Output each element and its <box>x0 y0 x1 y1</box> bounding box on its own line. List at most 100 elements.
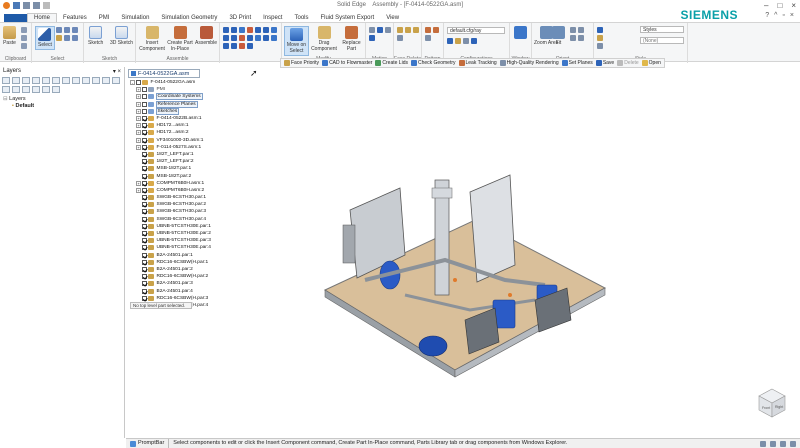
tab-file[interactable] <box>4 14 28 22</box>
style-icon[interactable] <box>597 27 603 33</box>
status-icon[interactable] <box>760 440 766 447</box>
relation-icon[interactable] <box>239 43 245 49</box>
layer-tool-icon[interactable] <box>72 77 80 84</box>
tree-row[interactable]: B2A-24501.par:4 <box>130 287 256 294</box>
tree-row[interactable]: 182T_LEFT.par:2 <box>130 158 256 165</box>
config-icon[interactable] <box>447 38 453 44</box>
tree-row[interactable]: + HD172...asm:2 <box>130 129 256 136</box>
layers-tree-root[interactable]: ⊟ Layers <box>3 96 121 103</box>
status-icon[interactable] <box>780 440 786 447</box>
tree-checkbox[interactable] <box>142 216 147 222</box>
high-quality-rendering-button[interactable]: High-Quality Rendering <box>499 60 559 66</box>
relation-icon[interactable] <box>223 35 229 41</box>
relation-icon[interactable] <box>263 35 269 41</box>
tree-row[interactable]: B2A-24501.par:2 <box>130 266 256 273</box>
restore-icon[interactable]: ▫ <box>782 12 784 19</box>
tree-checkbox[interactable] <box>136 80 141 86</box>
tree-checkbox[interactable] <box>142 130 147 136</box>
layer-tool-icon[interactable] <box>2 77 10 84</box>
tab-simulation-geometry[interactable]: Simulation Geometry <box>155 14 223 22</box>
tree-row[interactable]: + F-0414-0522B.asm:1 <box>130 115 256 122</box>
select-tool-icon[interactable] <box>72 35 78 41</box>
format-painter-icon[interactable] <box>21 43 27 49</box>
tree-minus-icon[interactable]: ⊟ <box>3 96 8 102</box>
create-lids-button[interactable]: Create Lids <box>375 60 408 66</box>
config-icon[interactable] <box>471 38 477 44</box>
layer-tool-icon[interactable] <box>52 77 60 84</box>
tree-row[interactable]: MSB-182T.par:2 <box>130 172 256 179</box>
tree-checkbox[interactable] <box>142 209 147 215</box>
3d-sketch-button[interactable]: 3D Sketch <box>110 26 133 46</box>
layer-tool-icon[interactable] <box>12 77 20 84</box>
tree-checkbox[interactable] <box>142 116 147 122</box>
layer-tool-icon[interactable] <box>102 77 110 84</box>
tree-row[interactable]: RDC16-6CSBW(H.par:2 <box>130 273 256 280</box>
tree-row[interactable]: + Reference Planes <box>130 100 256 108</box>
close-doc-icon[interactable]: × <box>790 12 794 19</box>
tree-checkbox[interactable] <box>142 108 147 114</box>
fit-button[interactable]: Fit <box>552 26 565 46</box>
tab-home[interactable]: Home <box>27 13 58 22</box>
config-icon[interactable] <box>455 38 461 44</box>
style-value-dropdown[interactable]: (None) <box>640 37 684 44</box>
tree-checkbox[interactable] <box>142 166 147 172</box>
tab-view[interactable]: View <box>380 14 405 22</box>
tree-row[interactable]: SWGB-6CSTH30.par:2 <box>130 201 256 208</box>
tree-row[interactable]: UBNB-5TCSTH30E.par:2 <box>130 230 256 237</box>
tree-row[interactable]: SWGB-6CSTH30.par:3 <box>130 208 256 215</box>
tree-row[interactable]: B2A-24501.par:1 <box>130 252 256 259</box>
layer-tool-icon[interactable] <box>22 86 30 93</box>
tab-inspect[interactable]: Inspect <box>257 14 288 22</box>
tree-checkbox[interactable] <box>142 259 147 265</box>
tree-row[interactable]: - F-0414-0522GA.asm <box>130 79 256 86</box>
tree-row[interactable]: SWGB-6CSTH30.par:1 <box>130 194 256 201</box>
tree-row[interactable]: MSB-182T.par:1 <box>130 165 256 172</box>
tree-checkbox[interactable] <box>142 87 147 93</box>
layer-tool-icon[interactable] <box>92 77 100 84</box>
tree-checkbox[interactable] <box>142 195 147 201</box>
tree-row[interactable]: + Sketches <box>130 107 256 115</box>
layer-default[interactable]: ▪ Default <box>3 103 121 110</box>
cut-icon[interactable] <box>21 27 27 33</box>
tree-expander-icon[interactable]: + <box>136 144 141 150</box>
copy-icon[interactable] <box>21 35 27 41</box>
tree-checkbox[interactable] <box>142 281 147 287</box>
tree-checkbox[interactable] <box>142 101 147 107</box>
pattern-icon[interactable] <box>425 35 431 41</box>
relation-icon[interactable] <box>231 27 237 33</box>
panel-close-icon[interactable]: ▾ × <box>113 68 121 75</box>
motion-icon[interactable] <box>385 27 391 33</box>
relation-icon[interactable] <box>239 35 245 41</box>
relation-icon[interactable] <box>271 27 277 33</box>
open-button[interactable]: Open <box>641 60 661 66</box>
status-icon[interactable] <box>770 440 776 447</box>
select-tool-icon[interactable] <box>56 35 62 41</box>
replace-part-button[interactable]: Replace Part <box>339 26 364 52</box>
tree-checkbox[interactable] <box>142 187 147 193</box>
layer-tool-icon[interactable] <box>32 86 40 93</box>
drag-component-button[interactable]: Drag Component <box>311 26 337 52</box>
face-relate-icon[interactable] <box>413 27 419 33</box>
tab-pmi[interactable]: PMI <box>93 14 116 22</box>
collapse-ribbon-icon[interactable]: ^ <box>774 12 777 19</box>
tree-checkbox[interactable] <box>142 173 147 179</box>
relation-icon[interactable] <box>231 43 237 49</box>
close-icon[interactable]: × <box>791 1 796 10</box>
select-tool-icon[interactable] <box>56 27 62 33</box>
relation-icon[interactable] <box>231 35 237 41</box>
tree-checkbox[interactable] <box>142 231 147 237</box>
window-button[interactable] <box>514 26 527 40</box>
motion-icon[interactable] <box>377 27 383 33</box>
select-tool-icon[interactable] <box>72 27 78 33</box>
select-tool-icon[interactable] <box>64 35 70 41</box>
tree-checkbox[interactable] <box>142 288 147 294</box>
relation-icon[interactable] <box>223 27 229 33</box>
tree-checkbox[interactable] <box>142 274 147 280</box>
tree-checkbox[interactable] <box>142 295 147 301</box>
relation-icon[interactable] <box>263 27 269 33</box>
tree-checkbox[interactable] <box>142 266 147 272</box>
layer-tool-icon[interactable] <box>32 77 40 84</box>
orient-icon[interactable] <box>578 35 584 41</box>
tree-row[interactable]: + VF3401000-3D.asm:1 <box>130 137 256 144</box>
layer-tool-icon[interactable] <box>42 86 50 93</box>
